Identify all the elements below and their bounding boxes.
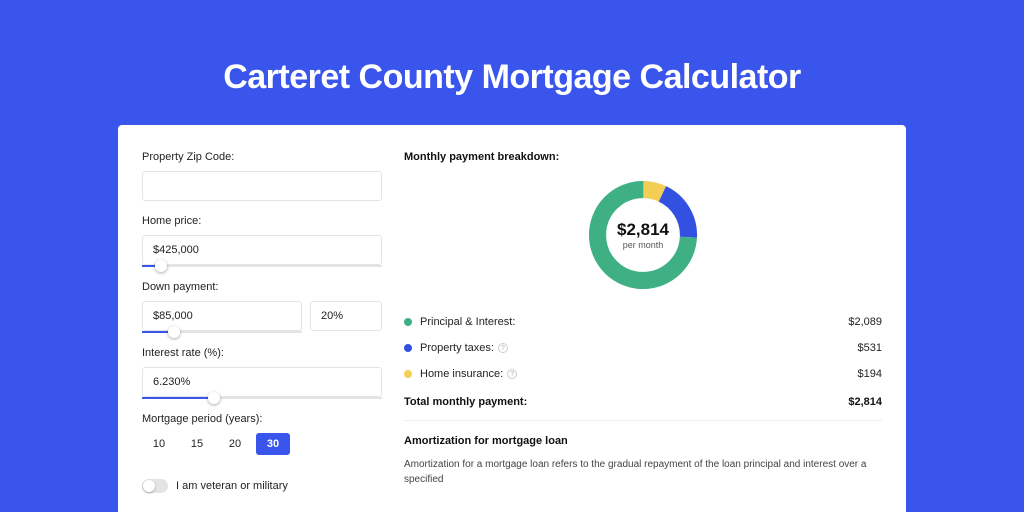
legend-row: Principal & Interest:$2,089 xyxy=(404,309,882,335)
breakdown-title: Monthly payment breakdown: xyxy=(404,151,882,163)
legend-value: $531 xyxy=(858,342,882,354)
price-input[interactable] xyxy=(142,235,382,265)
rate-label: Interest rate (%): xyxy=(142,347,382,359)
form-panel: Property Zip Code: Home price: Down paym… xyxy=(142,151,382,512)
legend-label: Property taxes:? xyxy=(420,342,858,354)
down-amount-input[interactable] xyxy=(142,301,302,331)
rate-input[interactable] xyxy=(142,367,382,397)
legend-label: Principal & Interest: xyxy=(420,316,848,328)
legend-row: Home insurance:?$194 xyxy=(404,361,882,387)
amortization-heading: Amortization for mortgage loan xyxy=(404,435,882,447)
info-icon[interactable]: ? xyxy=(498,343,508,353)
down-slider[interactable] xyxy=(142,331,302,333)
legend-row: Property taxes:?$531 xyxy=(404,335,882,361)
legend-dot-icon xyxy=(404,318,412,326)
donut-chart: $2,814 per month xyxy=(404,175,882,295)
price-slider-thumb[interactable] xyxy=(155,260,167,272)
period-group: 10152030 xyxy=(142,433,382,455)
down-slider-thumb[interactable] xyxy=(168,326,180,338)
total-label: Total monthly payment: xyxy=(404,396,848,408)
veteran-toggle[interactable] xyxy=(142,479,168,493)
amortization-text: Amortization for a mortgage loan refers … xyxy=(404,457,882,487)
breakdown-panel: Monthly payment breakdown: $2,814 per mo… xyxy=(404,151,882,512)
rate-slider[interactable] xyxy=(142,397,382,399)
donut-sub: per month xyxy=(617,240,669,250)
info-icon[interactable]: ? xyxy=(507,369,517,379)
legend-dot-icon xyxy=(404,344,412,352)
legend-value: $2,089 xyxy=(848,316,882,328)
zip-label: Property Zip Code: xyxy=(142,151,382,163)
veteran-label: I am veteran or military xyxy=(176,480,288,492)
amortization-section: Amortization for mortgage loan Amortizat… xyxy=(404,420,882,487)
zip-input[interactable] xyxy=(142,171,382,201)
page-title: Carteret County Mortgage Calculator xyxy=(0,0,1024,125)
legend-label: Home insurance:? xyxy=(420,368,858,380)
rate-slider-thumb[interactable] xyxy=(208,392,220,404)
legend-dot-icon xyxy=(404,370,412,378)
period-20-button[interactable]: 20 xyxy=(218,433,252,455)
donut-amount: $2,814 xyxy=(617,220,669,240)
period-15-button[interactable]: 15 xyxy=(180,433,214,455)
calculator-card: Property Zip Code: Home price: Down paym… xyxy=(118,125,906,512)
down-percent-input[interactable] xyxy=(310,301,382,331)
period-30-button[interactable]: 30 xyxy=(256,433,290,455)
total-value: $2,814 xyxy=(848,396,882,408)
legend-value: $194 xyxy=(858,368,882,380)
down-label: Down payment: xyxy=(142,281,382,293)
period-10-button[interactable]: 10 xyxy=(142,433,176,455)
period-label: Mortgage period (years): xyxy=(142,413,382,425)
price-slider[interactable] xyxy=(142,265,382,267)
price-label: Home price: xyxy=(142,215,382,227)
